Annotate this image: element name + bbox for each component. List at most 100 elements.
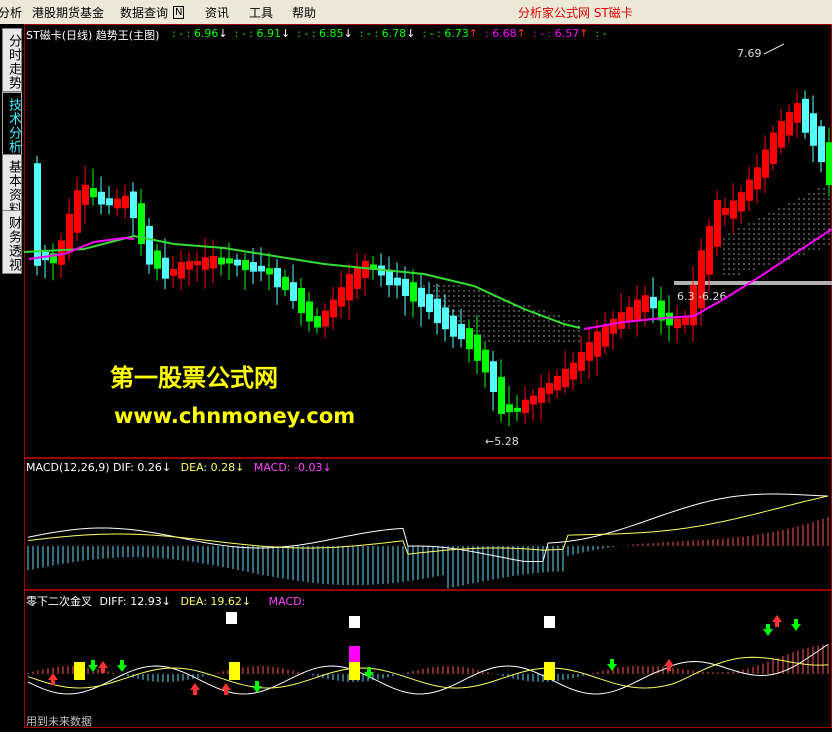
fill-dot	[458, 315, 460, 317]
bottom-footer-note: 用到未来数据	[26, 714, 92, 728]
fill-dot	[753, 268, 755, 270]
low-price-label: ←5.28	[485, 435, 519, 448]
chart-canvas[interactable]: 7.69 ←5.28 6.3 -6.26 第一股票公式网 www.chnmone…	[23, 24, 832, 728]
fill-dot	[523, 330, 525, 332]
fill-dot	[463, 295, 465, 297]
fill-dot	[488, 335, 490, 337]
fill-dot	[793, 228, 795, 230]
fill-dot	[818, 223, 820, 225]
bottom-diff-value: DIFF: 12.93	[99, 595, 162, 608]
menu-item-analysis[interactable]: 分析	[0, 4, 22, 21]
candle-body	[674, 318, 681, 329]
candle-body	[434, 298, 441, 324]
candle-body	[770, 132, 777, 165]
fill-dot	[823, 243, 825, 245]
fill-dot	[803, 238, 805, 240]
fill-dot	[778, 243, 780, 245]
fill-dot	[798, 203, 800, 205]
candle-body	[306, 301, 313, 322]
tab-fundamentals[interactable]: 基本资料	[2, 154, 22, 218]
candle-body	[122, 195, 129, 209]
fill-dot	[788, 223, 790, 225]
fill-dot	[803, 198, 805, 200]
fill-dot	[728, 253, 730, 255]
fill-dot	[478, 305, 480, 307]
fill-dot	[543, 320, 545, 322]
menu-item-tools[interactable]: 工具	[249, 4, 273, 21]
indicator-value: : - : 6.57↑	[532, 27, 589, 40]
tab-finance[interactable]: 财务透视	[2, 210, 22, 274]
fill-dot	[743, 253, 745, 255]
candle-body	[610, 318, 617, 334]
fill-dot	[748, 263, 750, 265]
fill-dot	[578, 320, 580, 322]
fill-dot	[798, 198, 800, 200]
fill-dot	[823, 218, 825, 220]
indicator-value: : 6.68↑	[484, 27, 526, 40]
fill-dot	[443, 300, 445, 302]
fill-dot	[728, 248, 730, 250]
fill-dot	[758, 233, 760, 235]
menu-item-news[interactable]: 资讯	[205, 4, 229, 21]
fill-dot	[533, 320, 535, 322]
fill-dot	[498, 330, 500, 332]
fill-dot	[553, 340, 555, 342]
fill-dot	[518, 310, 520, 312]
fill-dot	[533, 330, 535, 332]
fill-dot	[568, 320, 570, 322]
fill-dot	[803, 253, 805, 255]
fill-dot	[573, 320, 575, 322]
tab-technical[interactable]: 技术分析	[2, 92, 22, 156]
fill-dot	[783, 248, 785, 250]
fill-dot	[513, 340, 515, 342]
fill-dot	[778, 213, 780, 215]
candle-body	[186, 261, 193, 270]
fill-dot	[808, 238, 810, 240]
fill-dot	[793, 213, 795, 215]
indicator-value: : - : 6.91↓	[234, 27, 291, 40]
fill-dot	[823, 203, 825, 205]
candle-body	[90, 188, 97, 198]
fill-dot	[503, 320, 505, 322]
candle-body	[442, 307, 449, 330]
fill-dot	[803, 203, 805, 205]
candle-body	[810, 113, 817, 146]
fill-dot	[563, 340, 565, 342]
chart-area[interactable]: 7.69 ←5.28 6.3 -6.26 第一股票公式网 www.chnmone…	[23, 24, 832, 728]
fill-dot	[808, 233, 810, 235]
candle-body	[722, 207, 729, 215]
watermark-title: 第一股票公式网	[110, 364, 278, 392]
fill-dot	[523, 325, 525, 327]
fill-dot	[533, 340, 535, 342]
menu-item-hk-futures[interactable]: 港股期货基金	[32, 4, 104, 21]
candle-body	[298, 287, 305, 314]
fill-dot	[813, 228, 815, 230]
candle-body	[410, 282, 417, 302]
fill-dot	[753, 248, 755, 250]
fill-dot	[578, 335, 580, 337]
fill-dot	[423, 285, 425, 287]
fill-dot	[503, 310, 505, 312]
menu-item-help[interactable]: 帮助	[292, 4, 316, 21]
indicator-arrow: ↑	[468, 27, 478, 40]
fill-dot	[743, 233, 745, 235]
fill-dot	[538, 320, 540, 322]
menu-item-data-query[interactable]: 数据查询	[120, 4, 168, 21]
fill-dot	[738, 243, 740, 245]
fill-dot	[513, 320, 515, 322]
candle-body	[330, 299, 337, 318]
fill-dot	[478, 315, 480, 317]
fill-dot	[818, 213, 820, 215]
fill-dot	[743, 228, 745, 230]
signal-arrow-up	[190, 683, 200, 695]
fill-dot	[828, 203, 830, 205]
tab-intraday[interactable]: 分时走势	[2, 28, 22, 92]
fill-dot	[778, 253, 780, 255]
fill-dot	[788, 208, 790, 210]
fill-dot	[778, 233, 780, 235]
fill-dot	[748, 253, 750, 255]
candle-body	[546, 382, 553, 394]
fill-dot	[768, 248, 770, 250]
candle-body	[778, 121, 785, 148]
watermark-url: www.chnmoney.com	[114, 404, 355, 428]
